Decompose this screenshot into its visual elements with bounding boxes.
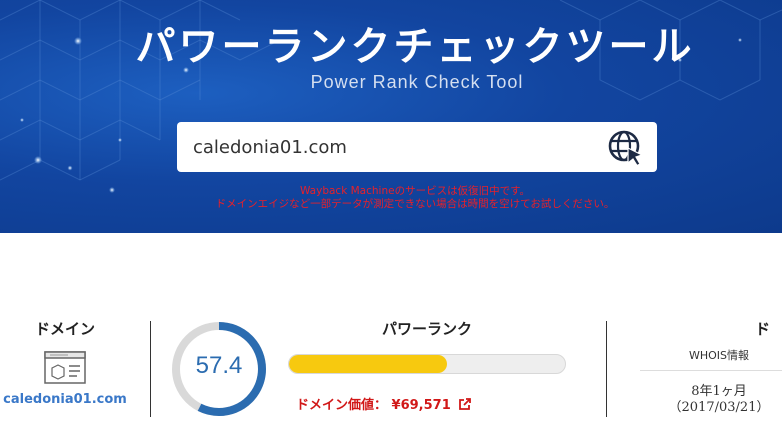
service-notice: Wayback Machineのサービスは仮復旧中です。 ドメインエイジなど一部… xyxy=(0,185,782,211)
hero-banner: パワーランクチェックツール Power Rank Check Tool Wayb… xyxy=(0,0,782,233)
whois-source-label: WHOIS情報 xyxy=(688,349,750,362)
power-rank-label: パワーランク xyxy=(381,320,472,338)
notice-line-2: ドメインエイジなど一部データが測定できない場合は時間を空けてお試しください。 xyxy=(215,198,615,210)
domain-value-label: ドメイン価値： xyxy=(296,398,388,413)
check-button[interactable] xyxy=(607,129,645,167)
domain-age-label: ド xyxy=(755,320,771,338)
page-subtitle: Power Rank Check Tool xyxy=(310,72,524,92)
power-rank-score: 57.4 xyxy=(195,352,243,379)
domain-link[interactable]: caledonia01.com xyxy=(0,392,130,407)
domain-value-amount: ¥69,571 xyxy=(391,398,451,413)
domain-label: ドメイン xyxy=(34,320,95,338)
webpage-icon xyxy=(44,351,86,384)
power-rank-bar xyxy=(288,354,566,374)
domain-column: ドメイン xyxy=(0,318,130,339)
page-title: パワーランクチェックツール xyxy=(135,24,695,70)
whois-divider xyxy=(640,370,782,371)
notice-line-1: Wayback Machineのサービスは仮復旧中です。 xyxy=(299,185,531,197)
globe-cursor-icon xyxy=(608,130,644,167)
domain-value-row[interactable]: ドメイン価値： ¥69,571 xyxy=(296,394,472,413)
column-divider-2 xyxy=(606,321,607,417)
external-link-icon xyxy=(459,398,472,410)
power-rank-bar-fill xyxy=(289,355,448,373)
domain-search-box xyxy=(177,122,657,172)
domain-search-input[interactable] xyxy=(193,122,593,172)
column-divider xyxy=(150,321,151,417)
domain-registration-date: （2017/03/21） xyxy=(668,400,770,415)
